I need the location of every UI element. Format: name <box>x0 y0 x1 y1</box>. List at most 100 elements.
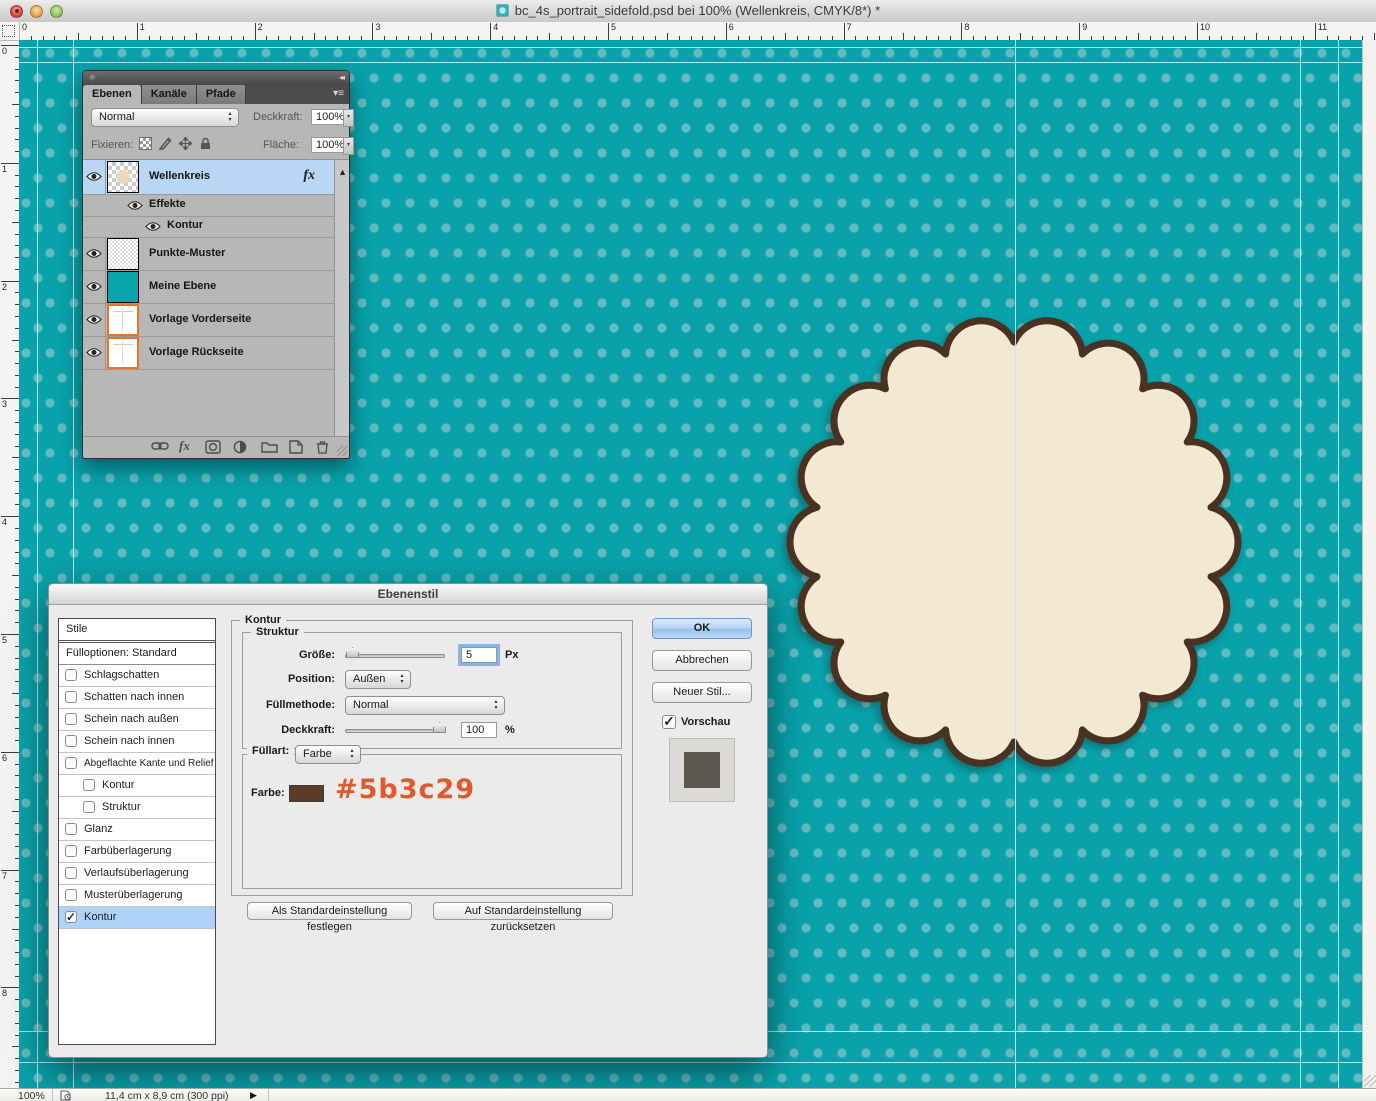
layer-thumbnail[interactable] <box>107 238 139 270</box>
slider-thumb[interactable] <box>433 722 446 733</box>
status-options-arrow-icon[interactable]: ▶ <box>250 1090 257 1101</box>
deckkraft-field[interactable]: 100% ▾ <box>311 109 345 125</box>
fuellmethode-select[interactable]: Normal ▴▾ <box>345 696 505 715</box>
layer-name[interactable]: Punkte-Muster <box>149 247 225 259</box>
layer-name[interactable]: Wellenkreis <box>149 170 210 182</box>
deckkraft-field[interactable]: 100 <box>461 722 497 738</box>
style-item-glanz[interactable]: Glanz <box>59 819 215 841</box>
layer-thumbnail[interactable] <box>107 304 139 336</box>
style-item-fuelloptionen[interactable]: Fülloptionen: Standard <box>59 643 215 665</box>
tab-pfade[interactable]: Pfade <box>197 85 246 104</box>
layer-thumbnail[interactable] <box>107 337 139 369</box>
style-item-schatten-nach-innen[interactable]: Schatten nach innen <box>59 687 215 709</box>
new-style-button[interactable]: Neuer Stil... <box>652 682 752 703</box>
style-item-schein-nach-aussen[interactable]: Schein nach außen <box>59 709 215 731</box>
panel-menu-icon[interactable]: ▾≡ <box>333 88 344 99</box>
effects-label[interactable]: Effekte <box>149 198 186 210</box>
scalloped-circle-layer[interactable] <box>764 292 1264 792</box>
top-ruler[interactable]: 01234567891011 <box>0 22 1376 41</box>
guide-vertical-3[interactable] <box>1300 40 1301 1088</box>
checkbox[interactable] <box>83 779 95 791</box>
new-group-icon[interactable] <box>261 440 278 453</box>
preview-checkbox[interactable]: ✓ <box>662 715 676 729</box>
style-item-schlagschatten[interactable]: Schlagschatten <box>59 665 215 687</box>
checkbox[interactable] <box>65 823 77 835</box>
deckkraft-slider[interactable] <box>345 729 445 733</box>
checkbox[interactable] <box>65 845 77 857</box>
layer-name[interactable]: Vorlage Rückseite <box>149 346 244 358</box>
checkbox[interactable] <box>65 889 77 901</box>
checkbox[interactable] <box>65 757 77 769</box>
new-layer-icon[interactable] <box>289 440 303 454</box>
eye-icon[interactable] <box>86 281 102 292</box>
right-scroll-strip[interactable] <box>1362 40 1376 1088</box>
window-resize-grip[interactable] <box>1364 1075 1376 1087</box>
brush-icon[interactable] <box>159 137 172 150</box>
set-default-button[interactable]: Als Standardeinstellung festlegen <box>247 902 412 920</box>
slider-thumb[interactable] <box>346 647 359 658</box>
collapse-effects-icon[interactable]: ▲ <box>338 167 347 177</box>
chevron-down-icon[interactable]: ▾ <box>343 137 354 155</box>
lock-icon[interactable] <box>199 137 212 150</box>
ok-button[interactable]: OK <box>652 618 752 639</box>
checkbox[interactable] <box>83 801 95 813</box>
panel-scrollbar[interactable]: ▲ <box>334 160 349 437</box>
visibility-cell[interactable] <box>83 303 106 336</box>
layer-style-icon[interactable]: fx <box>179 438 190 454</box>
guide-vertical-1[interactable] <box>37 40 38 1088</box>
layer-name[interactable]: Meine Ebene <box>149 280 216 292</box>
style-item-farbueberlagerung[interactable]: Farbüberlagerung <box>59 841 215 863</box>
guide-vertical-center[interactable] <box>1015 40 1016 1088</box>
guide-horizontal-1[interactable] <box>19 47 1362 48</box>
groesse-field[interactable]: 5 <box>461 647 497 663</box>
eye-icon[interactable] <box>86 314 102 325</box>
tab-ebenen[interactable]: Ebenen <box>83 85 142 104</box>
color-swatch[interactable] <box>289 785 324 802</box>
layer-row-vorlage-rueckseite[interactable]: Vorlage Rückseite <box>83 336 349 370</box>
layer-row-vorlage-vorderseite[interactable]: Vorlage Vorderseite <box>83 303 349 337</box>
style-item-verlaufsueberlagerung[interactable]: Verlaufsüberlagerung <box>59 863 215 885</box>
eye-icon[interactable] <box>86 171 102 182</box>
layer-thumbnail[interactable] <box>107 271 139 303</box>
layer-row-punkte-muster[interactable]: Punkte-Muster <box>83 237 349 271</box>
guide-vertical-4[interactable] <box>1338 40 1339 1088</box>
position-select[interactable]: Außen ▴▾ <box>345 670 411 689</box>
guide-horizontal-4[interactable] <box>19 1062 1362 1063</box>
checkbox[interactable] <box>65 713 77 725</box>
panel-close-icon[interactable] <box>89 74 97 82</box>
blend-mode-select[interactable]: Normal ▴▾ <box>91 108 239 127</box>
eye-icon[interactable] <box>145 221 161 232</box>
style-item-musterueberlagerung[interactable]: Musterüberlagerung <box>59 885 215 907</box>
layer-row-kontur-effect[interactable]: Kontur <box>83 216 335 238</box>
checkbox[interactable] <box>65 669 77 681</box>
style-item-kontur-selected[interactable]: ✓Kontur <box>59 907 215 929</box>
layer-row-wellenkreis[interactable]: Wellenkreis fx <box>83 160 349 195</box>
layer-thumbnail[interactable] <box>107 161 139 193</box>
checkbox[interactable] <box>65 735 77 747</box>
delete-layer-icon[interactable] <box>316 440 329 454</box>
eye-icon[interactable] <box>127 200 143 211</box>
lock-transparency-icon[interactable] <box>139 137 152 150</box>
visibility-cell[interactable] <box>83 270 106 303</box>
document-info-icon[interactable] <box>60 1090 72 1101</box>
groesse-slider[interactable] <box>345 654 445 658</box>
fx-icon[interactable]: fx <box>303 168 315 184</box>
flaeche-field[interactable]: 100% ▾ <box>311 137 345 153</box>
eye-icon[interactable] <box>86 347 102 358</box>
style-item-kontur-sub[interactable]: Kontur <box>59 775 215 797</box>
panel-collapse-icon[interactable]: ◂◂ <box>339 73 343 82</box>
style-item-stile[interactable]: Stile <box>59 619 215 643</box>
chevron-down-icon[interactable]: ▾ <box>343 109 354 127</box>
zoom-level[interactable]: 100% <box>18 1090 45 1101</box>
style-item-schein-nach-innen[interactable]: Schein nach innen <box>59 731 215 753</box>
checkbox[interactable] <box>65 691 77 703</box>
eye-icon[interactable] <box>86 248 102 259</box>
fuellart-select[interactable]: Farbe ▴▾ <box>295 745 361 764</box>
visibility-cell[interactable] <box>83 237 106 270</box>
cancel-button[interactable]: Abbrechen <box>652 650 752 671</box>
visibility-cell[interactable] <box>83 336 106 369</box>
style-item-abgeflachte-kante[interactable]: Abgeflachte Kante und Relief <box>59 753 215 775</box>
guide-horizontal-2[interactable] <box>19 62 1362 63</box>
adjustment-layer-icon[interactable] <box>233 440 247 454</box>
checkbox[interactable] <box>65 867 77 879</box>
